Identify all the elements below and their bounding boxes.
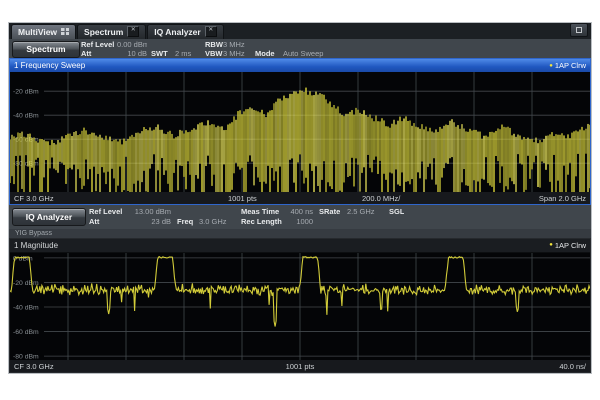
mode-value[interactable]: Auto Sweep [283,49,353,59]
att-key: Att [89,217,129,227]
tab-multiview[interactable]: MultiView [11,24,76,39]
trace-mode-label: 1AP Clrw [555,241,586,250]
swt-key: SWT [151,49,175,59]
multiview-grid-icon [61,28,69,35]
vbw-key: VBW [205,49,223,59]
rbw-key: RBW [205,40,223,50]
window-title: 1 Magnitude [14,241,58,250]
per-division-label: 200.0 MHz/ [362,194,400,203]
window-title: 1 Frequency Sweep [14,61,85,70]
tab-multiview-label: MultiView [18,27,57,37]
trace-dot-icon: ● [549,242,553,248]
ref-level-value[interactable]: 13.00 dBm [129,207,171,217]
rec-length-value[interactable]: 1000 [287,217,313,227]
svg-text:-40 dBm: -40 dBm [13,304,39,311]
window-icon [576,27,582,33]
freq-key: Freq [177,217,199,227]
att-key: Att [81,49,117,59]
swt-value[interactable]: 2 ms [175,49,201,59]
svg-text:-40 dBm: -40 dBm [13,113,39,120]
center-frequency-label: CF 3.0 GHz [14,194,54,203]
magnitude-plot-area[interactable]: 0 dBm-20 dBm-40 dBm-60 dBm-80 dBm [10,253,590,360]
iq-settings: Ref Level 13.00 dBm Meas Time 400 ns SRa… [89,207,404,226]
frequency-sweep-titlebar[interactable]: 1 Frequency Sweep ● 1AP Clrw [10,59,590,72]
close-icon[interactable]: ✕ [205,26,217,37]
ref-level-key: Ref Level [81,40,117,50]
ref-level-key: Ref Level [89,207,129,217]
sweep-points-label: 1001 pts [228,194,257,203]
tab-iq-analyzer-label: IQ Analyzer [154,27,200,37]
svg-text:-20 dBm: -20 dBm [13,89,39,96]
smartgrid-button[interactable] [570,23,588,37]
screenshot: MultiView Spectrum ✕ IQ Analyzer ✕ Spect… [0,0,600,400]
tab-iq-analyzer[interactable]: IQ Analyzer ✕ [147,24,223,39]
trace-legend[interactable]: ● 1AP Clrw [549,61,586,70]
magnitude-trace: 0 dBm-20 dBm-40 dBm-60 dBm-80 dBm [10,253,590,360]
yig-bypass-label: YIG Bypass [9,229,591,238]
svg-text:-80 dBm: -80 dBm [13,161,39,168]
tab-spectrum[interactable]: Spectrum ✕ [77,24,146,39]
trace-dot-icon: ● [549,63,553,69]
rbw-value[interactable]: 3 MHz [223,40,253,50]
att-value[interactable]: 10 dB [117,49,147,59]
mode-key: Mode [255,49,283,59]
spectrum-channel-button[interactable]: Spectrum [12,41,80,58]
vbw-value[interactable]: 3 MHz [223,49,253,59]
iq-channel-button[interactable]: IQ Analyzer [12,208,86,226]
srate-key: SRate [319,207,347,217]
close-icon[interactable]: ✕ [127,26,139,37]
analyzer-screen: MultiView Spectrum ✕ IQ Analyzer ✕ Spect… [8,22,592,374]
magnitude-window: 1 Magnitude ● 1AP Clrw 0 dBm-20 dBm-40 d… [9,238,591,373]
trace-mode-label: 1AP Clrw [555,61,586,70]
rec-length-key: Rec Length [241,217,287,227]
center-frequency-label: CF 3.0 GHz [14,362,54,371]
trace-legend[interactable]: ● 1AP Clrw [549,241,586,250]
span-label: Span 2.0 GHz [539,194,586,203]
meas-time-key: Meas Time [241,207,287,217]
per-division-label: 40.0 ns/ [559,362,586,371]
magnitude-x-axis: CF 3.0 GHz 1001 pts 40.0 ns/ [10,360,590,372]
spectrum-channel-bar: Spectrum Ref Level 0.00 dBm RBW 3 MHz At… [9,39,591,58]
meas-time-value[interactable]: 400 ns [287,207,313,217]
sweep-points-label: 1001 pts [286,362,315,371]
srate-value[interactable]: 2.5 GHz [347,207,383,217]
svg-text:-60 dBm: -60 dBm [13,329,39,336]
tab-spectrum-label: Spectrum [84,27,123,37]
svg-text:-20 dBm: -20 dBm [13,280,39,287]
spectrum-settings: Ref Level 0.00 dBm RBW 3 MHz Att 10 dB S… [81,40,353,59]
ref-level-value[interactable]: 0.00 dBm [117,40,147,50]
magnitude-titlebar[interactable]: 1 Magnitude ● 1AP Clrw [10,239,590,253]
spectrum-x-axis: CF 3.0 GHz 1001 pts 200.0 MHz/ Span 2.0 … [10,192,590,204]
frequency-sweep-window: 1 Frequency Sweep ● 1AP Clrw -20 dBm -40 … [9,58,591,205]
svg-text:-80 dBm: -80 dBm [13,353,39,360]
spectrum-plot-area[interactable]: -20 dBm-40 dBm-60 dBm-80 dBm [10,72,590,192]
freq-value[interactable]: 3.0 GHz [199,217,235,227]
iq-channel-bar: IQ Analyzer Ref Level 13.00 dBm Meas Tim… [9,205,591,238]
channel-tab-bar: MultiView Spectrum ✕ IQ Analyzer ✕ [9,23,591,39]
att-value[interactable]: 23 dB [129,217,171,227]
single-sweep-badge[interactable]: SGL [389,207,404,217]
spectrum-trace: -20 dBm-40 dBm-60 dBm-80 dBm [10,72,590,192]
